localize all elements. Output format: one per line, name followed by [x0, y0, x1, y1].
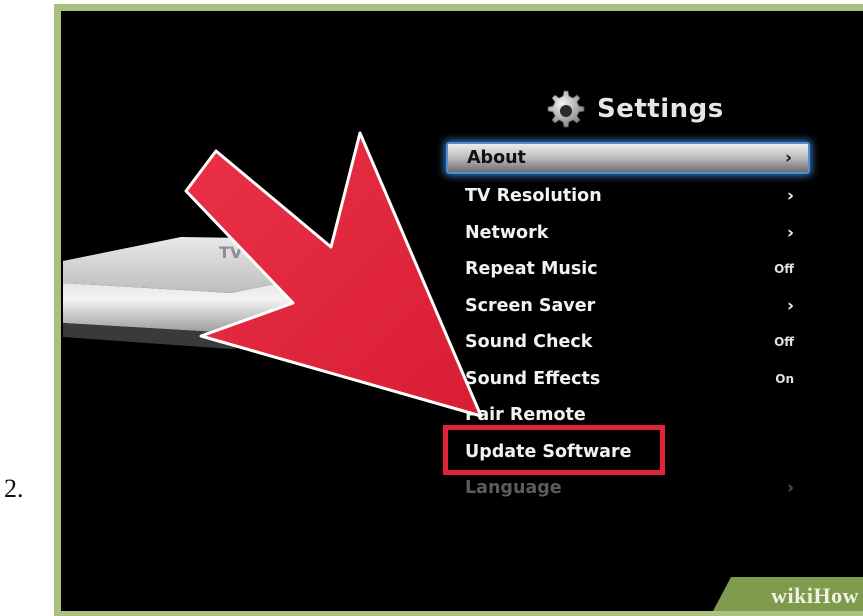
menu-item-sound-check[interactable]: Sound Check Off [446, 324, 810, 361]
chevron-right-icon: › [786, 295, 794, 316]
page-title: Settings [597, 94, 724, 124]
menu-item-label: Language [465, 478, 562, 499]
menu-item-screen-saver[interactable]: Screen Saver › [446, 288, 810, 325]
setting-value: Off [774, 262, 794, 277]
step-number: 2. [4, 474, 24, 503]
chevron-right-icon: › [786, 478, 794, 499]
menu-item-language[interactable]: Language › [446, 470, 810, 507]
menu-item-label: Screen Saver [465, 295, 596, 316]
menu-item-label: Sound Check [465, 332, 593, 353]
watermark-logo: wikiHow [771, 583, 859, 608]
tv-screen: TV Settings About › TV Resolution › Netw… [61, 11, 863, 611]
menu-item-label: About [467, 148, 526, 168]
gear-icon [547, 90, 585, 128]
menu-item-tv-resolution[interactable]: TV Resolution › [446, 178, 810, 215]
image-frame: TV Settings About › TV Resolution › Netw… [54, 4, 863, 616]
setting-value: Off [774, 335, 794, 350]
highlight-box [443, 425, 665, 475]
settings-header: Settings [543, 84, 724, 134]
setting-value: On [775, 371, 794, 386]
chevron-right-icon: › [786, 186, 794, 207]
menu-item-about[interactable]: About › [446, 142, 810, 174]
menu-item-repeat-music[interactable]: Repeat Music Off [446, 251, 810, 288]
menu-item-sound-effects[interactable]: Sound Effects On [446, 361, 810, 398]
chevron-right-icon: › [784, 148, 792, 168]
menu-item-label: Repeat Music [465, 259, 598, 280]
menu-item-network[interactable]: Network › [446, 215, 810, 252]
menu-item-label: Network [465, 222, 549, 243]
menu-item-label: TV Resolution [465, 186, 602, 207]
chevron-right-icon: › [786, 222, 794, 243]
menu-item-label: Pair Remote [465, 405, 586, 426]
svg-text:TV: TV [219, 243, 243, 262]
menu-item-label: Sound Effects [465, 368, 601, 389]
